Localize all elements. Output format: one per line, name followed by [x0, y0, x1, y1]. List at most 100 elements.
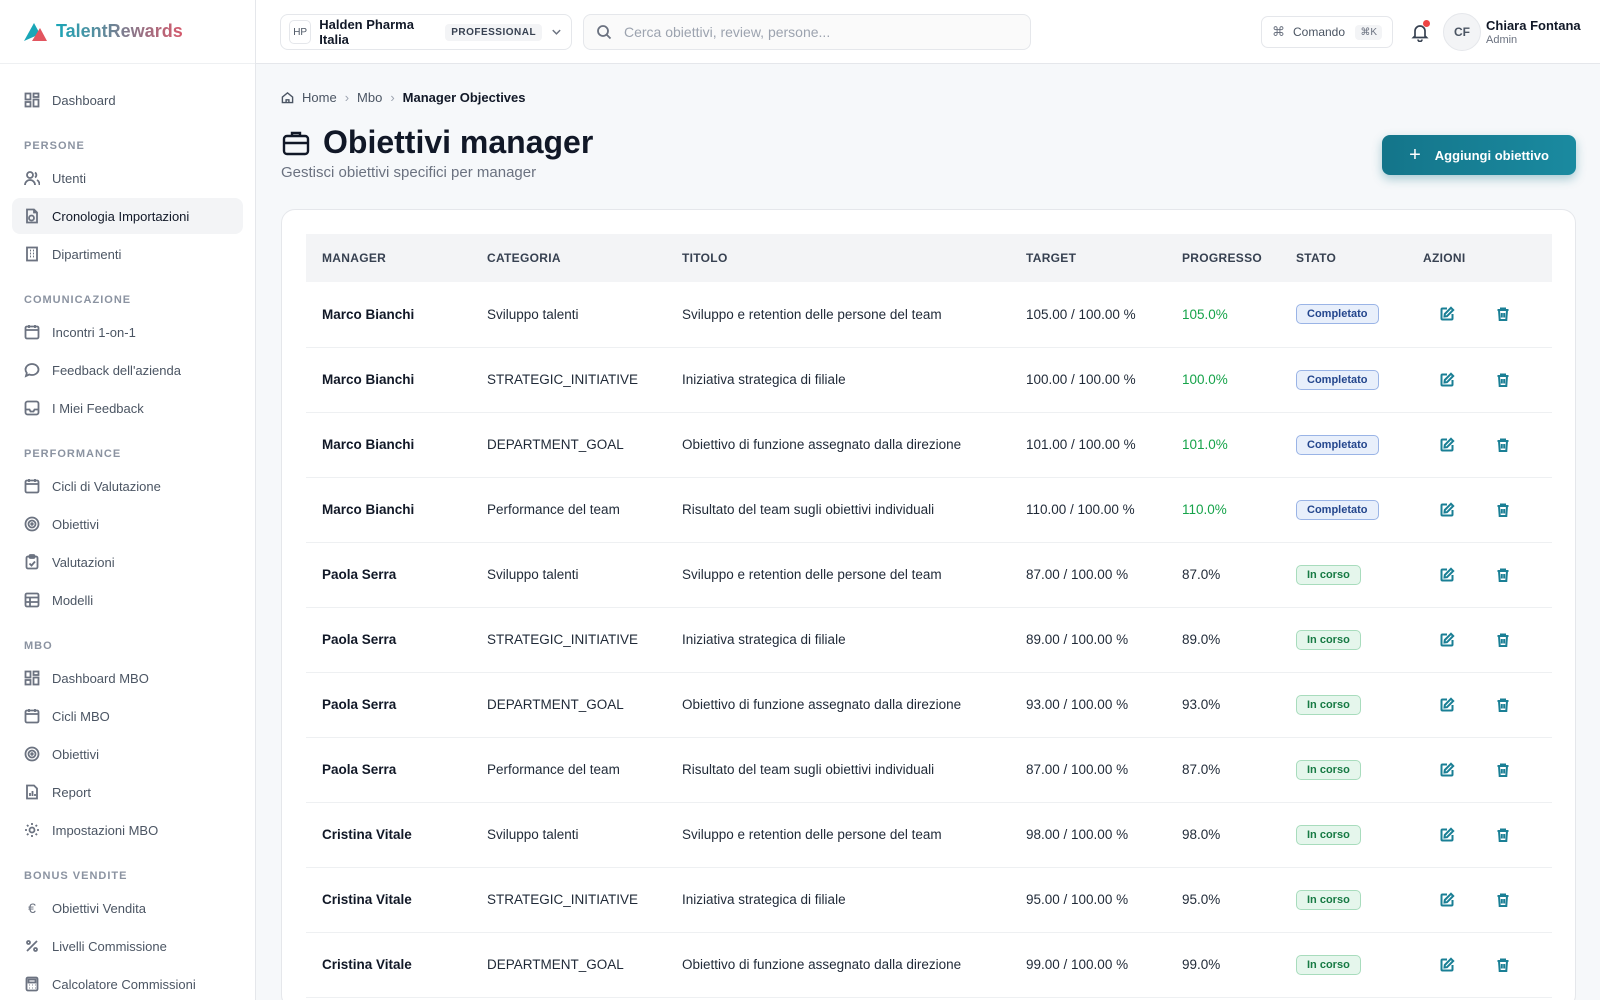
- trash-icon[interactable]: [1495, 892, 1511, 908]
- edit-icon[interactable]: [1439, 501, 1455, 518]
- trash-icon[interactable]: [1495, 502, 1511, 518]
- add-objective-button[interactable]: + Aggiungi obiettivo: [1382, 135, 1576, 175]
- search-input[interactable]: [624, 24, 1018, 40]
- sidebar-item-impostazioni-mbo[interactable]: Impostazioni MBO: [12, 812, 243, 848]
- sidebar-item-label: Impostazioni MBO: [52, 822, 159, 838]
- status-badge: In corso: [1296, 629, 1361, 650]
- sidebar-item-incontri[interactable]: Incontri 1-on-1: [12, 314, 243, 350]
- cell-target: 89.00 / 100.00 %: [1026, 632, 1129, 647]
- trash-icon[interactable]: [1495, 632, 1511, 648]
- col-titolo[interactable]: TITOLO: [666, 234, 1010, 282]
- edit-icon[interactable]: [1439, 696, 1455, 713]
- cell-categoria: Performance del team: [487, 502, 620, 517]
- notification-dot: [1423, 20, 1430, 27]
- command-icon: ⌘: [1272, 24, 1285, 39]
- cell-titolo: Sviluppo e retention delle persone del t…: [682, 827, 942, 842]
- avatar[interactable]: CF: [1443, 13, 1481, 51]
- cell-stato: In corso: [1280, 672, 1407, 737]
- building-icon: [26, 246, 38, 262]
- user-menu[interactable]: Chiara Fontana Admin: [1486, 18, 1581, 46]
- sidebar-item-obiettivi[interactable]: Obiettivi: [12, 506, 243, 542]
- col-stato[interactable]: STATO: [1280, 234, 1407, 282]
- page-header: Obiettivi manager: [281, 124, 593, 161]
- command-shortcut: ⌘K: [1355, 24, 1382, 40]
- add-objective-label: Aggiungi obiettivo: [1434, 147, 1549, 163]
- sidebar-item-utenti[interactable]: Utenti: [12, 160, 243, 196]
- breadcrumb-home[interactable]: Home: [302, 90, 337, 105]
- cell-stato: In corso: [1280, 932, 1407, 997]
- cell-azioni: [1407, 477, 1552, 542]
- logo-icon: [24, 22, 47, 41]
- cell-target: 105.00 / 100.00 %: [1026, 306, 1136, 322]
- sidebar-item-calcolatore-commissioni[interactable]: Calcolatore Commissioni: [12, 966, 243, 1000]
- edit-icon[interactable]: [1439, 956, 1455, 973]
- edit-icon[interactable]: [1439, 891, 1455, 908]
- dashboard-icon: [24, 670, 40, 686]
- sidebar-item-label: Utenti: [52, 170, 86, 186]
- cell-target: 99.00 / 100.00 %: [1026, 957, 1129, 972]
- trash-icon[interactable]: [1495, 372, 1511, 388]
- edit-icon[interactable]: [1439, 436, 1455, 453]
- sidebar-item-dipartimenti[interactable]: Dipartimenti: [12, 236, 243, 272]
- calendar-icon: [24, 709, 40, 724]
- sidebar-item-label: Valutazioni: [52, 554, 115, 570]
- sidebar-item-cicli-mbo[interactable]: Cicli MBO: [12, 698, 243, 734]
- sidebar-item-valutazioni[interactable]: Valutazioni: [12, 544, 243, 580]
- cell-progresso: 101.0%: [1182, 437, 1228, 452]
- edit-icon[interactable]: [1439, 306, 1455, 322]
- sidebar-item-livelli-commissione[interactable]: Livelli Commissione: [12, 928, 243, 964]
- cell-manager: Cristina Vitale: [322, 957, 412, 972]
- notifications-button[interactable]: [1410, 20, 1430, 42]
- inbox-icon: [24, 400, 40, 416]
- sidebar-section-mbo: MBO: [24, 640, 53, 652]
- trash-icon[interactable]: [1495, 567, 1511, 583]
- command-button[interactable]: ⌘ Comando ⌘K: [1261, 16, 1393, 48]
- sidebar-item-cicli-valutazione[interactable]: Cicli di Valutazione: [12, 468, 243, 504]
- table-body: Marco Bianchi Sviluppo talenti Sviluppo …: [306, 282, 1552, 997]
- trash-icon[interactable]: [1495, 437, 1511, 453]
- cell-progresso: 105.0%: [1182, 306, 1228, 322]
- trash-icon[interactable]: [1495, 762, 1511, 778]
- sidebar-item-modelli[interactable]: Modelli: [12, 582, 243, 618]
- search-box[interactable]: [583, 14, 1031, 50]
- top-header: HP Halden Pharma Italia PROFESSIONAL ⌘ C…: [256, 0, 1600, 64]
- cell-categoria: DEPARTMENT_GOAL: [487, 957, 624, 972]
- sidebar-item-miei-feedback[interactable]: I Miei Feedback: [12, 390, 243, 426]
- col-manager[interactable]: MANAGER: [306, 234, 471, 282]
- edit-icon[interactable]: [1439, 761, 1455, 778]
- cell-titolo: Risultato del team sugli obiettivi indiv…: [682, 762, 935, 777]
- breadcrumb-mbo[interactable]: Mbo: [357, 90, 382, 105]
- cell-titolo: Iniziativa strategica di filiale: [682, 632, 846, 647]
- edit-icon[interactable]: [1439, 631, 1455, 648]
- org-switcher[interactable]: HP Halden Pharma Italia PROFESSIONAL: [280, 14, 572, 50]
- edit-icon[interactable]: [1439, 566, 1455, 583]
- sidebar-item-label: Obiettivi Vendita: [52, 900, 146, 916]
- col-target[interactable]: TARGET: [1010, 234, 1166, 282]
- cell-stato: In corso: [1280, 607, 1407, 672]
- trash-icon[interactable]: [1495, 957, 1511, 973]
- cell-manager: Paola Serra: [322, 567, 397, 582]
- cell-manager: Marco Bianchi: [322, 372, 415, 387]
- sidebar-item-obiettivi-mbo[interactable]: Obiettivi: [12, 736, 243, 772]
- cell-progresso: 99.0%: [1182, 957, 1221, 972]
- col-progresso[interactable]: PROGRESSO: [1166, 234, 1280, 282]
- sidebar-item-label: Obiettivi: [52, 746, 99, 762]
- brand[interactable]: TalentRewards: [0, 0, 255, 64]
- sidebar-item-dashboard[interactable]: Dashboard: [12, 82, 243, 118]
- sidebar-item-feedback-azienda[interactable]: Feedback dell'azienda: [12, 352, 243, 388]
- cell-target: 110.00 / 100.00 %: [1026, 502, 1135, 517]
- col-categoria[interactable]: CATEGORIA: [471, 234, 666, 282]
- cell-stato: Completato: [1280, 347, 1407, 412]
- trash-icon[interactable]: [1495, 697, 1511, 713]
- sidebar-item-report[interactable]: Report: [12, 774, 243, 810]
- sidebar-item-obiettivi-vendita[interactable]: € Obiettivi Vendita: [12, 890, 243, 926]
- plus-icon: +: [1409, 144, 1421, 166]
- sidebar-item-dashboard-mbo[interactable]: Dashboard MBO: [12, 660, 243, 696]
- trash-icon[interactable]: [1495, 827, 1511, 843]
- edit-icon[interactable]: [1439, 826, 1455, 843]
- sidebar-item-label: Cicli di Valutazione: [52, 478, 161, 494]
- sidebar-item-cronologia-importazioni[interactable]: Cronologia Importazioni: [12, 198, 243, 234]
- trash-icon[interactable]: [1495, 306, 1511, 322]
- edit-icon[interactable]: [1439, 371, 1455, 388]
- status-badge: In corso: [1296, 824, 1361, 845]
